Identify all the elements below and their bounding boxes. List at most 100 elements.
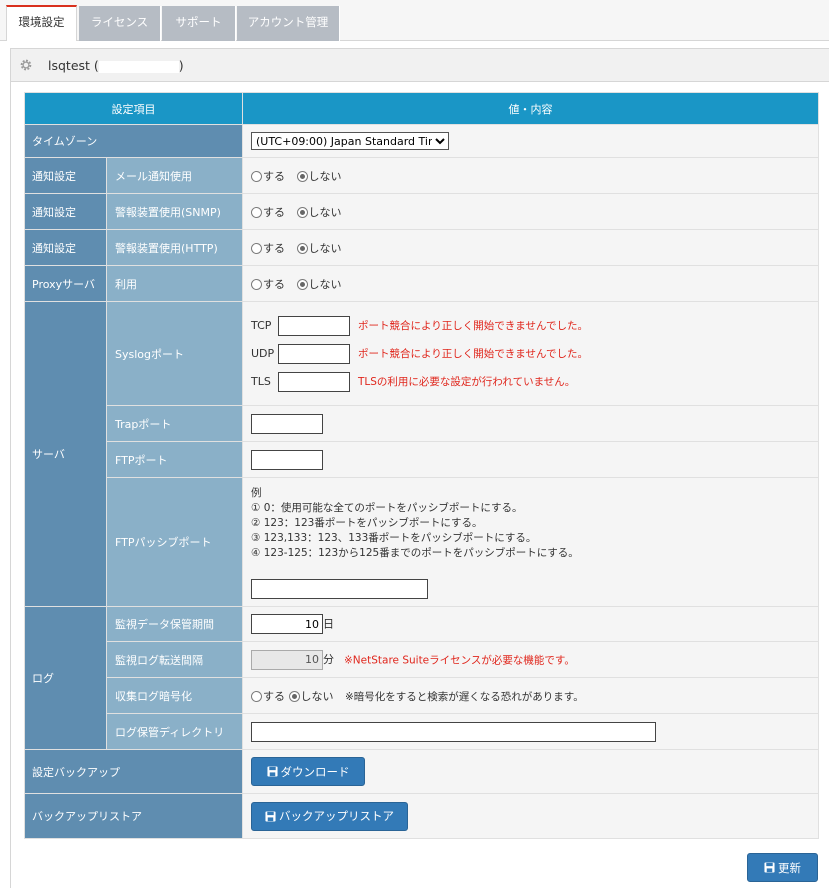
- udp-label: UDP: [251, 347, 275, 360]
- table-row: Trapポート: [25, 405, 819, 442]
- timezone-label: タイムゾーン: [24, 124, 243, 158]
- trap-cell: [242, 405, 819, 442]
- table-row: FTPパッシブポート 例 ① 0：使用可能な全てのポートをパッシブポートにする。…: [25, 477, 819, 607]
- syslog-tcp-input[interactable]: [278, 315, 350, 336]
- notify-group-label: 通知設定: [24, 157, 107, 194]
- encrypt-yes-radio[interactable]: [251, 690, 262, 702]
- timezone-select[interactable]: (UTC+09:00) Japan Standard Time: [251, 132, 449, 150]
- panel-title-suffix: ): [178, 58, 184, 73]
- ftp-passive-input[interactable]: [251, 578, 428, 599]
- timezone-cell: (UTC+09:00) Japan Standard Time: [242, 124, 819, 158]
- transfer-unit: 分: [323, 653, 334, 666]
- transfer-label: 監視ログ転送間隔: [106, 641, 243, 678]
- syslog-tls-error: TLSの利用に必要な設定が行われていません。: [358, 376, 576, 388]
- syslog-tcp-row: TCP ポート競合により正しく開始できませんでした。: [251, 312, 818, 340]
- tcp-label: TCP: [251, 319, 272, 332]
- tab-bar: 環境設定 ライセンス サポート アカウント管理: [0, 0, 829, 41]
- ftp-port-input[interactable]: [251, 449, 323, 470]
- header-value: 値・内容: [242, 92, 819, 125]
- directory-cell: [242, 713, 819, 750]
- encrypt-cell: する しない ※暗号化をすると検索が遅くなる恐れがあります。: [242, 677, 819, 714]
- save-icon: [265, 810, 276, 822]
- syslog-label: Syslogポート: [106, 301, 243, 406]
- tab-support[interactable]: サポート: [162, 6, 236, 41]
- snmp-label: 警報装置使用(SNMP): [106, 193, 243, 230]
- snmp-yes-radio[interactable]: [251, 206, 262, 218]
- panel-header: lsqtest (): [11, 49, 829, 82]
- ftp-label: FTPポート: [106, 441, 243, 478]
- tab-account-management[interactable]: アカウント管理: [237, 6, 340, 41]
- radio-label: する: [263, 689, 285, 703]
- syslog-udp-row: UDP ポート競合により正しく開始できませんでした。: [251, 340, 818, 368]
- encrypt-label: 収集ログ暗号化: [106, 677, 243, 714]
- retention-label: 監視データ保管期間: [106, 606, 243, 642]
- radio-label: しない: [308, 205, 342, 219]
- radio-label: しない: [308, 277, 342, 291]
- table-row: 通知設定 警報装置使用(SNMP) する しない: [24, 193, 819, 230]
- panel-title: lsqtest (): [48, 58, 184, 73]
- table-row: 通知設定 警報装置使用(HTTP) する しない: [24, 229, 819, 266]
- tab-license[interactable]: ライセンス: [79, 6, 161, 41]
- table-row: 設定バックアップ ダウンロード: [24, 749, 819, 794]
- trap-label: Trapポート: [106, 405, 243, 442]
- transfer-license-note: ※NetStare Suiteライセンスが必要な機能です。: [344, 654, 575, 666]
- retention-cell: 日: [242, 606, 819, 642]
- radio-label: しない: [308, 169, 342, 183]
- radio-label: する: [263, 241, 285, 255]
- save-icon: [266, 766, 278, 777]
- http-no-radio[interactable]: [296, 242, 308, 254]
- proxy-label: 利用: [106, 265, 243, 302]
- table-row: タイムゾーン (UTC+09:00) Japan Standard Time: [24, 124, 819, 158]
- example-line: ② 123：123番ポートをパッシブポートにする。: [251, 516, 483, 529]
- server-group-label: サーバ: [24, 301, 107, 607]
- syslog-udp-input[interactable]: [278, 343, 350, 364]
- restore-button[interactable]: バックアップリストア: [251, 801, 408, 831]
- transfer-input: [251, 649, 323, 670]
- ftp-passive-label: FTPパッシブポート: [106, 477, 243, 607]
- example-line: ④ 123-125：123から125番までのポートをパッシブポートにする。: [251, 546, 579, 559]
- encrypt-no-radio[interactable]: [288, 690, 300, 702]
- settings-table: 設定項目 値・内容 タイムゾーン (UTC+09:00) Japan Stand…: [24, 92, 819, 839]
- tab-environment-settings[interactable]: 環境設定: [6, 5, 77, 41]
- backup-label: 設定バックアップ: [24, 749, 243, 794]
- restore-cell: バックアップリストア: [242, 793, 819, 839]
- mail-notify-yes-radio[interactable]: [251, 170, 262, 182]
- snmp-cell: する しない: [242, 193, 819, 230]
- syslog-tcp-error: ポート競合により正しく開始できませんでした。: [358, 320, 588, 332]
- redacted-text: [98, 60, 179, 73]
- transfer-cell: 分 ※NetStare Suiteライセンスが必要な機能です。: [242, 641, 819, 678]
- directory-label: ログ保管ディレクトリ: [106, 713, 243, 750]
- radio-label: する: [263, 205, 285, 219]
- http-cell: する しない: [242, 229, 819, 266]
- proxy-yes-radio[interactable]: [251, 278, 262, 290]
- http-label: 警報装置使用(HTTP): [106, 229, 243, 266]
- trap-port-input[interactable]: [251, 413, 323, 434]
- download-button[interactable]: ダウンロード: [251, 757, 365, 786]
- table-row: ログ 監視データ保管期間 日: [24, 606, 819, 750]
- mail-notify-no-radio[interactable]: [296, 170, 308, 182]
- notify-group-label: 通知設定: [24, 229, 107, 266]
- header-item: 設定項目: [24, 92, 243, 125]
- proxy-no-radio[interactable]: [296, 278, 308, 290]
- http-yes-radio[interactable]: [251, 242, 262, 254]
- retention-input[interactable]: [251, 614, 323, 634]
- proxy-group-label: Proxyサーバ: [24, 265, 107, 302]
- log-directory-input[interactable]: [251, 721, 656, 742]
- snmp-no-radio[interactable]: [296, 206, 308, 218]
- ftp-passive-cell: 例 ① 0：使用可能な全てのポートをパッシブポートにする。 ② 123：123番…: [242, 477, 819, 607]
- syslog-cell: TCP ポート競合により正しく開始できませんでした。 UDP ポート競合により正…: [242, 301, 819, 406]
- gear-icon: [20, 59, 32, 71]
- log-group-label: ログ: [24, 606, 107, 750]
- syslog-tls-input[interactable]: [278, 371, 350, 392]
- restore-label: バックアップリストア: [24, 793, 243, 839]
- mail-notify-cell: する しない: [242, 157, 819, 194]
- radio-label: しない: [300, 689, 334, 703]
- retention-unit: 日: [323, 617, 334, 631]
- table-row: 監視ログ転送間隔 分 ※NetStare Suiteライセンスが必要な機能です。: [25, 641, 819, 678]
- update-button[interactable]: 更新: [747, 853, 818, 882]
- example-title: 例: [251, 486, 262, 499]
- syslog-udp-error: ポート競合により正しく開始できませんでした。: [358, 348, 588, 360]
- ftp-cell: [242, 441, 819, 478]
- table-row: Proxyサーバ 利用 する しない: [24, 265, 819, 302]
